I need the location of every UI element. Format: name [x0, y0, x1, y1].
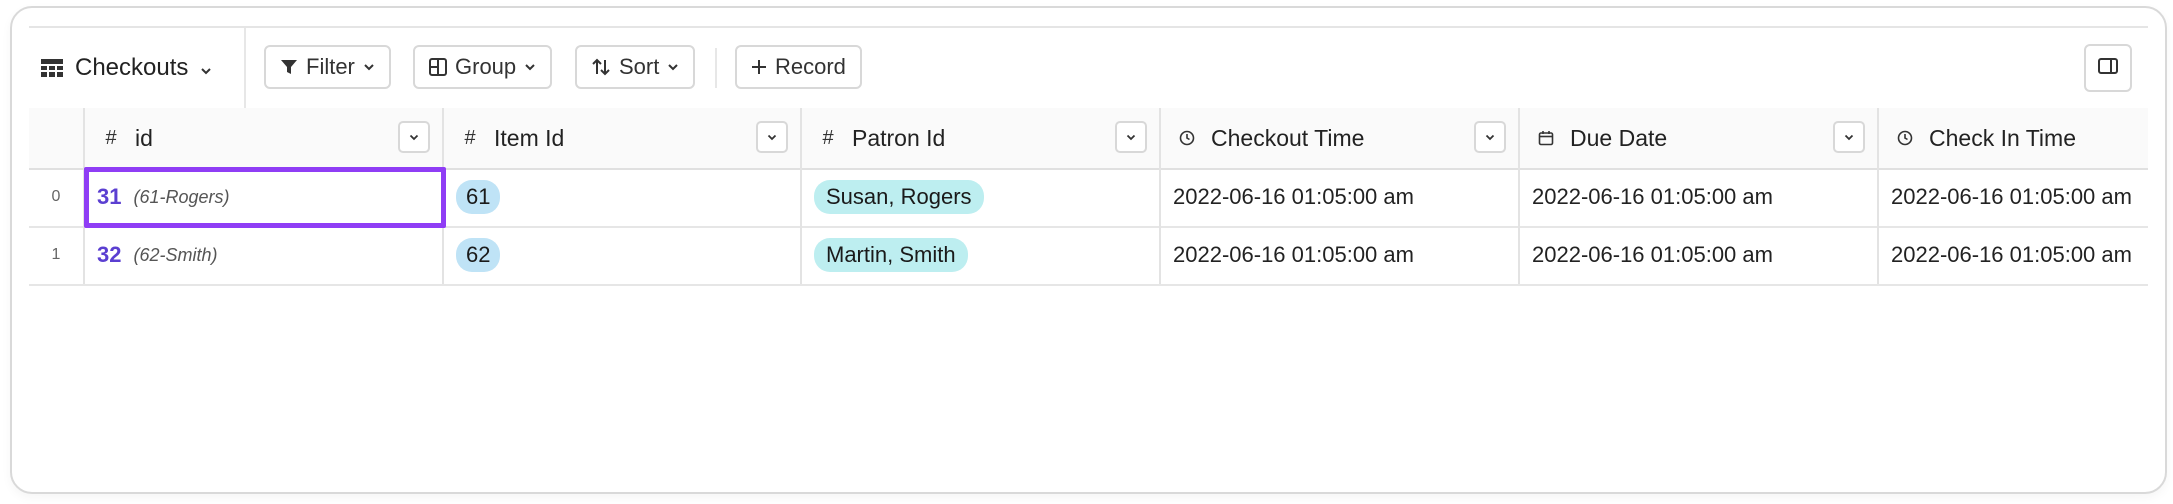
- filter-label: Filter: [306, 54, 355, 79]
- column-header-label: Check In Time: [1929, 124, 2076, 151]
- sort-button[interactable]: Sort: [575, 45, 696, 89]
- sort-icon: [591, 57, 611, 77]
- item-id-chip[interactable]: 62: [456, 238, 501, 272]
- table-selector[interactable]: Checkouts: [29, 44, 212, 92]
- column-menu-button[interactable]: [1115, 121, 1147, 153]
- check-in-time-cell[interactable]: 2022-06-16 01:05:00 am: [1879, 168, 2148, 226]
- number-type-icon: #: [822, 126, 834, 149]
- filter-button[interactable]: Filter: [264, 45, 391, 89]
- table-view-card: Checkouts Filter Group Sort Record # id …: [10, 6, 2167, 494]
- column-header-patron-id[interactable]: # Patron Id: [802, 108, 1161, 168]
- column-header-item-id[interactable]: # Item Id: [444, 108, 802, 168]
- group-icon: [429, 58, 447, 76]
- table-row: 0 31 (61-Rogers) 61 Susan, Rogers 2022-0…: [29, 168, 2148, 228]
- patron-id-cell[interactable]: Susan, Rogers: [802, 168, 1161, 226]
- record-id[interactable]: 31: [97, 184, 121, 210]
- row-number-header: [29, 108, 85, 168]
- column-header-checkout-time[interactable]: Checkout Time: [1161, 108, 1520, 168]
- item-id-cell[interactable]: 61: [444, 168, 802, 226]
- calendar-icon: [1538, 130, 1554, 146]
- due-date-cell[interactable]: 2022-06-16 01:05:00 am: [1520, 226, 1879, 284]
- checkout-time-cell[interactable]: 2022-06-16 01:05:00 am: [1161, 168, 1520, 226]
- number-type-icon: #: [105, 126, 117, 149]
- table-icon: [41, 59, 63, 77]
- sort-label: Sort: [619, 54, 660, 79]
- record-summary: (62-Smith): [133, 244, 218, 265]
- column-header-label: id: [135, 124, 153, 151]
- row-number: 0: [29, 168, 85, 226]
- column-header-due-date[interactable]: Due Date: [1520, 108, 1879, 168]
- item-id-cell[interactable]: 62: [444, 226, 802, 284]
- clock-icon: [1897, 130, 1913, 146]
- due-date-cell[interactable]: 2022-06-16 01:05:00 am: [1520, 168, 1879, 226]
- sidebar-toggle-button[interactable]: [2084, 44, 2132, 92]
- toolbar: Checkouts Filter Group Sort Record: [29, 28, 2148, 110]
- clock-icon: [1179, 130, 1195, 146]
- toolbar-divider: [244, 28, 246, 108]
- column-menu-button[interactable]: [1833, 121, 1865, 153]
- row-number: 1: [29, 226, 85, 284]
- column-menu-button[interactable]: [398, 121, 430, 153]
- column-header-check-in-time[interactable]: Check In Time: [1879, 108, 2148, 168]
- filter-icon: [280, 58, 298, 76]
- item-id-chip[interactable]: 61: [456, 180, 501, 214]
- number-type-icon: #: [464, 126, 476, 149]
- column-header-label: Checkout Time: [1211, 124, 1365, 151]
- chevron-down-icon: [200, 54, 212, 82]
- patron-chip[interactable]: Susan, Rogers: [814, 180, 984, 214]
- patron-chip[interactable]: Martin, Smith: [814, 238, 968, 272]
- group-label: Group: [455, 54, 517, 79]
- column-header-label: Item Id: [494, 124, 565, 151]
- toolbar-divider: [715, 48, 717, 88]
- checkout-time-cell[interactable]: 2022-06-16 01:05:00 am: [1161, 226, 1520, 284]
- sidebar-panel-icon: [2098, 57, 2118, 79]
- table-name-label: Checkouts: [75, 54, 189, 81]
- column-menu-button[interactable]: [1474, 121, 1506, 153]
- add-record-label: Record: [775, 54, 846, 79]
- record-summary: (61-Rogers): [133, 186, 230, 207]
- column-header-id[interactable]: # id: [85, 108, 444, 168]
- id-cell[interactable]: 32 (62-Smith): [85, 226, 444, 284]
- check-in-time-cell[interactable]: 2022-06-16 01:05:00 am: [1879, 226, 2148, 284]
- patron-id-cell[interactable]: Martin, Smith: [802, 226, 1161, 284]
- column-header-label: Due Date: [1570, 124, 1668, 151]
- chevron-down-icon: [667, 63, 679, 71]
- header-row: # id # Item Id # Patron Id Checkout Time…: [29, 108, 2148, 170]
- plus-icon: [751, 59, 767, 75]
- chevron-down-icon: [363, 63, 375, 71]
- column-header-label: Patron Id: [852, 124, 946, 151]
- table-row: 1 32 (62-Smith) 62 Martin, Smith 2022-06…: [29, 226, 2148, 286]
- record-id[interactable]: 32: [97, 242, 121, 268]
- id-cell[interactable]: 31 (61-Rogers): [85, 168, 444, 226]
- chevron-down-icon: [524, 63, 536, 71]
- add-record-button[interactable]: Record: [735, 45, 862, 89]
- column-menu-button[interactable]: [756, 121, 788, 153]
- group-button[interactable]: Group: [413, 45, 553, 89]
